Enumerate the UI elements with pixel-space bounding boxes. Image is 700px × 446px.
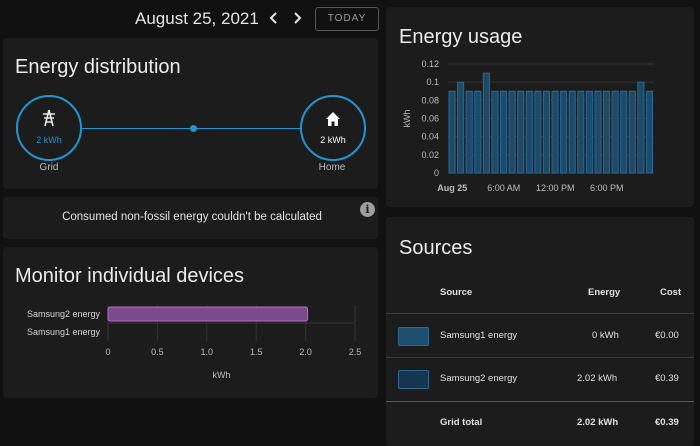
usage-bar [465, 90, 473, 174]
row-divider [386, 357, 694, 358]
usage-bar [457, 81, 465, 174]
usage-bar [517, 90, 525, 174]
usage-bar [508, 90, 516, 174]
usage-bar [628, 90, 636, 174]
usage-bar [551, 90, 559, 174]
y-tick-label: 0.02 [421, 150, 439, 160]
usage-bar [645, 90, 653, 174]
energy-header: Energy [588, 287, 621, 298]
chevron-left-icon [269, 12, 277, 24]
usage-bar [594, 90, 602, 174]
usage-bar [620, 90, 628, 174]
usage-bar [568, 90, 576, 174]
x-tick-label: 0 [105, 347, 110, 357]
category-label: Samsung1 energy [27, 327, 101, 337]
previous-day-button[interactable] [265, 8, 283, 28]
grid-node[interactable]: 2 kWh [16, 95, 82, 161]
energy-usage-title: Energy usage [399, 26, 523, 48]
y-tick-label: 0.06 [421, 114, 439, 124]
source-name: Samsung2 energy [440, 373, 518, 384]
usage-bar [611, 90, 619, 174]
info-card: Consumed non-fossil energy couldn't be c… [3, 197, 378, 239]
home-value: 2 kWh [320, 135, 346, 145]
usage-bar [585, 90, 593, 174]
grid-label: Grid [39, 162, 59, 173]
x-axis-label: kWh [213, 370, 231, 380]
total-divider [386, 401, 694, 402]
usage-bar [500, 90, 508, 174]
usage-bar [560, 90, 568, 174]
source-energy: 2.02 kWh [577, 373, 618, 384]
today-button[interactable]: TODAY [315, 7, 379, 31]
usage-bar [482, 72, 490, 174]
source-cost: €0.00 [655, 330, 679, 341]
x-tick-label: Aug 25 [437, 183, 467, 193]
flow-dot [190, 125, 197, 132]
info-message: Consumed non-fossil energy couldn't be c… [62, 211, 322, 223]
sources-title: Sources [399, 237, 473, 259]
usage-bar [525, 90, 533, 174]
usage-bar [448, 90, 456, 174]
grid-value: 2 kWh [36, 135, 62, 145]
x-tick-label: 1.0 [201, 347, 214, 357]
source-energy: 0 kWh [592, 330, 619, 341]
source-color-swatch [398, 370, 429, 389]
x-tick-label: 2.0 [299, 347, 312, 357]
info-icon[interactable]: i [360, 202, 375, 217]
x-tick-label: 6:00 PM [590, 183, 624, 193]
next-day-button[interactable] [288, 8, 306, 28]
source-header: Source [440, 287, 473, 298]
total-energy: 2.02 kWh [577, 417, 619, 428]
y-tick-label: 0.12 [421, 59, 439, 69]
total-label: Grid total [440, 417, 483, 428]
usage-bar [637, 81, 645, 174]
device-bar [107, 306, 309, 322]
home-icon [326, 112, 340, 126]
usage-bar [542, 90, 551, 174]
category-label: Samsung2 energy [27, 309, 101, 319]
source-cost: €0.39 [655, 373, 679, 384]
current-date: August 25, 2021 [135, 9, 259, 28]
x-tick-label: 12:00 PM [536, 183, 575, 193]
x-tick-label: 0.5 [151, 347, 164, 357]
y-tick-label: 0.04 [421, 132, 439, 142]
total-cost: €0.39 [655, 417, 679, 428]
date-picker-bar: August 25, 2021 TODAY [0, 0, 384, 36]
usage-bar [577, 90, 585, 174]
y-tick-label: 0 [434, 168, 439, 178]
cost-header: Cost [660, 287, 682, 298]
transmission-tower-icon [43, 109, 55, 127]
header-divider [386, 313, 694, 314]
x-tick-label: 6:00 AM [487, 183, 520, 193]
home-label: Home [318, 162, 346, 173]
devices-chart: 0 0.5 1.0 1.5 2.0 2.5 Samsung2 energy Samsung1 … [27, 305, 362, 380]
usage-bar [474, 90, 482, 174]
usage-chart: 0 0.02 0.04 0.06 0.08 0.1 0.12 kWh Aug 25 6:00 AM… [402, 59, 654, 193]
monitor-devices-title: Monitor individual devices [15, 265, 245, 287]
x-tick-label: 1.5 [250, 347, 263, 357]
x-tick-label: 2.5 [349, 347, 362, 357]
energy-distribution-title: Energy distribution [15, 56, 181, 78]
chevron-right-icon [294, 12, 302, 24]
y-axis-label: kWh [402, 110, 412, 128]
home-node[interactable]: 2 kWh [300, 95, 366, 161]
y-tick-label: 0.1 [426, 77, 439, 87]
usage-bar [491, 90, 499, 174]
source-name: Samsung1 energy [440, 330, 518, 341]
source-color-swatch [398, 327, 429, 346]
usage-bar [603, 90, 611, 174]
y-tick-label: 0.08 [421, 95, 439, 105]
usage-bar [534, 90, 542, 174]
